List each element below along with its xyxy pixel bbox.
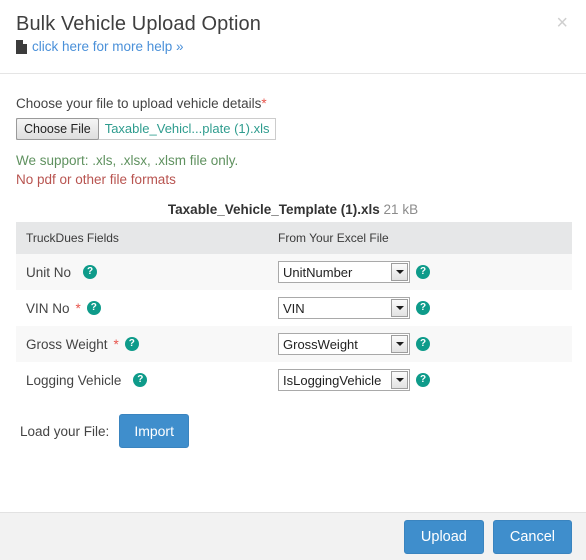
mapping-cell: UnitNumber ? [268, 254, 572, 290]
unsupported-formats-warning: No pdf or other file formats [16, 172, 176, 187]
supported-formats-note: We support: .xls, .xlsx, .xlsm file only… [16, 153, 239, 168]
field-label-logging-vehicle: Logging Vehicle [26, 372, 122, 388]
dialog-header: Bulk Vehicle Upload Option click here fo… [0, 0, 586, 74]
upload-button[interactable]: Upload [403, 519, 484, 554]
dialog-footer: Upload Cancel [0, 512, 586, 560]
file-summary-size: 21 kB [383, 202, 419, 217]
field-cell: Unit No ? [16, 254, 268, 290]
load-file-row: Load your File: Import [16, 414, 570, 448]
table-row: VIN No * ? VIN ? [16, 290, 572, 326]
field-mapping-table: TruckDues Fields From Your Excel File Un… [16, 222, 572, 398]
bulk-vehicle-upload-dialog: Bulk Vehicle Upload Option click here fo… [0, 0, 586, 560]
mapping-cell: VIN ? [268, 290, 572, 326]
question-icon[interactable]: ? [416, 301, 430, 315]
selected-file-name: Taxable_Vehicl...plate (1).xls [104, 121, 270, 136]
choose-file-button[interactable]: Choose File [16, 118, 99, 140]
file-summary: Taxable_Vehicle_Template (1).xls 21 kB [16, 202, 570, 217]
required-marker: * [261, 96, 267, 111]
question-icon[interactable]: ? [416, 373, 430, 387]
question-icon[interactable]: ? [416, 337, 430, 351]
field-cell: Gross Weight * ? [16, 326, 268, 362]
field-label-vin-no: VIN No [26, 300, 70, 316]
field-label-gross-weight: Gross Weight [26, 336, 108, 352]
required-marker: * [75, 300, 81, 316]
select-wrapper: IsLoggingVehicle [278, 369, 410, 391]
question-icon[interactable]: ? [133, 373, 148, 387]
mapping-cell: IsLoggingVehicle ? [268, 362, 572, 398]
field-label-unit-no: Unit No [26, 264, 72, 280]
column-header-excel-file: From Your Excel File [268, 222, 572, 254]
close-icon[interactable]: × [552, 12, 572, 34]
dialog-body: Choose your file to upload vehicle detai… [0, 74, 586, 512]
file-summary-name: Taxable_Vehicle_Template (1).xls [167, 202, 380, 217]
load-file-label: Load your File: [20, 423, 110, 439]
field-cell: VIN No * ? [16, 290, 268, 326]
question-icon[interactable]: ? [124, 337, 139, 351]
file-upload-label: Choose your file to upload vehicle detai… [16, 96, 570, 111]
question-icon[interactable]: ? [416, 265, 430, 279]
required-marker: * [113, 336, 119, 352]
help-line: click here for more help » [16, 39, 570, 55]
excel-column-select-gross-weight[interactable]: GrossWeight [278, 333, 410, 355]
excel-column-select-vin-no[interactable]: VIN [278, 297, 410, 319]
question-icon[interactable]: ? [83, 265, 98, 279]
field-cell: Logging Vehicle ? [16, 362, 268, 398]
excel-column-select-unit-no[interactable]: UnitNumber [278, 261, 410, 283]
select-wrapper: GrossWeight [278, 333, 410, 355]
column-header-truckdues-fields: TruckDues Fields [16, 222, 268, 254]
table-header-row: TruckDues Fields From Your Excel File [16, 222, 572, 254]
file-input[interactable]: Choose File Taxable_Vehicl...plate (1).x… [16, 118, 277, 140]
select-wrapper: UnitNumber [278, 261, 410, 283]
table-row: Logging Vehicle ? IsLoggingVehicle ? [16, 362, 572, 398]
table-row: Gross Weight * ? GrossWeight ? [16, 326, 572, 362]
document-icon [16, 40, 27, 54]
cancel-button[interactable]: Cancel [492, 519, 572, 554]
more-help-link[interactable]: click here for more help » [32, 39, 184, 55]
file-upload-label-text: Choose your file to upload vehicle detai… [16, 96, 262, 111]
question-icon[interactable]: ? [86, 301, 101, 315]
table-body: Unit No ? UnitNumber ? VIN No * ? VIN ? … [16, 254, 572, 398]
import-button[interactable]: Import [119, 414, 189, 448]
table-header: TruckDues Fields From Your Excel File [16, 222, 572, 254]
mapping-cell: GrossWeight ? [268, 326, 572, 362]
table-row: Unit No ? UnitNumber ? [16, 254, 572, 290]
page-title: Bulk Vehicle Upload Option [16, 13, 261, 35]
select-wrapper: VIN [278, 297, 410, 319]
excel-column-select-logging-vehicle[interactable]: IsLoggingVehicle [278, 369, 410, 391]
